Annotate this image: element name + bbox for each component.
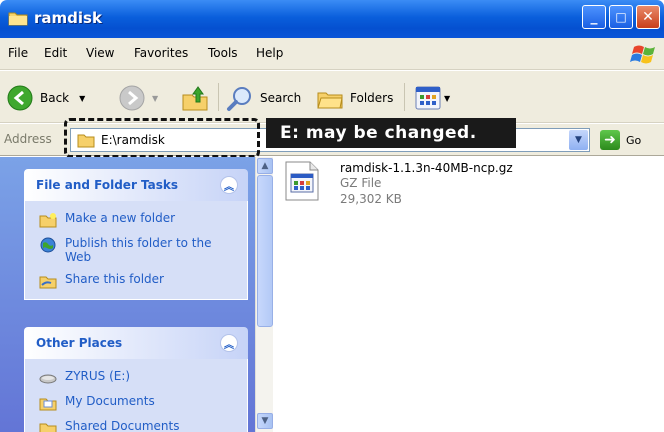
annotation-callout: E: may be changed.	[266, 118, 516, 148]
share-folder-icon	[39, 276, 57, 289]
minimize-button[interactable]: _	[582, 5, 606, 29]
place-drive-e[interactable]: ZYRUS (E:)	[25, 365, 247, 390]
shared-documents-icon	[39, 423, 57, 432]
search-label: Search	[260, 91, 302, 105]
menu-help[interactable]: Help	[256, 46, 283, 60]
chevron-up-icon: ▲	[261, 161, 269, 171]
task-label: Make a new folder	[65, 211, 176, 225]
panel-title: File and Folder Tasks	[36, 178, 179, 192]
file-type: GZ File	[340, 176, 382, 190]
chevron-down-icon: ▼	[575, 135, 582, 145]
panel-header[interactable]: File and Folder Tasks ︽	[24, 169, 248, 201]
collapse-button[interactable]: ︽	[220, 334, 238, 352]
file-folder-tasks-panel: File and Folder Tasks ︽ Make a new folde…	[24, 169, 248, 300]
search-button[interactable]: Search	[226, 83, 301, 113]
folders-label: Folders	[350, 91, 394, 105]
close-button[interactable]: ✕	[636, 5, 660, 29]
views-icon	[415, 86, 441, 110]
forward-dropdown-icon[interactable]: ▼	[152, 94, 158, 103]
folders-icon	[317, 92, 343, 109]
task-new-folder[interactable]: Make a new folder	[25, 207, 247, 232]
go-label: Go	[626, 133, 642, 147]
maximize-icon: □	[615, 10, 627, 24]
views-button[interactable]: ▼	[414, 83, 450, 113]
toolbar-separator	[218, 83, 219, 111]
task-label: Share this folder	[65, 272, 164, 286]
scroll-thumb[interactable]	[257, 175, 273, 327]
scroll-down-button[interactable]: ▼	[257, 413, 273, 429]
window-title: ramdisk	[34, 9, 102, 27]
minimize-icon: _	[590, 9, 598, 25]
address-dropdown-button[interactable]: ▼	[569, 130, 588, 150]
task-label: Publish this folder to the Web	[65, 236, 212, 264]
folder-icon	[8, 12, 28, 26]
file-item[interactable]: ramdisk-1.1.3n-40MB-ncp.gz GZ File 29,30…	[284, 161, 513, 207]
drive-icon	[39, 374, 57, 384]
title-bar[interactable]: ramdisk _ □ ✕	[0, 0, 664, 38]
toolbar-separator	[404, 83, 405, 111]
file-name: ramdisk-1.1.3n-40MB-ncp.gz	[340, 161, 513, 175]
panel-body: Make a new folder Publish this folder to…	[24, 201, 248, 300]
back-label: Back	[40, 91, 70, 105]
back-arrow-icon	[7, 85, 33, 111]
other-places-panel: Other Places ︽ ZYRUS (E:) My Documents S…	[24, 327, 248, 432]
views-dropdown-icon[interactable]: ▼	[444, 94, 450, 103]
task-publish-web[interactable]: Publish this folder to the Web	[25, 232, 247, 268]
maximize-button[interactable]: □	[609, 5, 633, 29]
chevron-up-icon: ︽	[224, 339, 234, 351]
task-pane: File and Folder Tasks ︽ Make a new folde…	[0, 157, 255, 432]
file-size: 29,302 KB	[340, 192, 402, 206]
menu-view[interactable]: View	[86, 46, 114, 60]
place-my-documents[interactable]: My Documents	[25, 390, 247, 415]
new-folder-icon	[39, 213, 57, 228]
chevron-down-icon: ▼	[261, 416, 269, 426]
scroll-up-button[interactable]: ▲	[257, 158, 273, 174]
windows-logo-icon	[630, 45, 655, 64]
go-button[interactable]: ➜ Go	[600, 130, 641, 150]
place-label: Shared Documents	[65, 419, 180, 432]
task-pane-scrollbar[interactable]: ▲ ▼	[255, 157, 273, 432]
gz-file-icon	[285, 161, 319, 201]
collapse-button[interactable]: ︽	[220, 176, 238, 194]
menu-tools[interactable]: Tools	[208, 46, 238, 60]
panel-header[interactable]: Other Places ︽	[24, 327, 248, 359]
go-arrow-icon: ➜	[600, 130, 620, 150]
menu-file[interactable]: File	[8, 46, 28, 60]
menu-edit[interactable]: Edit	[44, 46, 67, 60]
back-button[interactable]: Back ▼	[6, 83, 85, 113]
forward-button[interactable]: ▼	[118, 83, 158, 113]
toolbar: Back ▼ ▼ Search Folders ▼	[0, 71, 664, 123]
forward-arrow-icon	[119, 85, 145, 111]
folders-button[interactable]: Folders	[316, 83, 393, 113]
place-shared-documents[interactable]: Shared Documents	[25, 415, 247, 432]
menu-favorites[interactable]: Favorites	[134, 46, 188, 60]
my-documents-icon	[39, 398, 57, 411]
search-icon	[227, 87, 251, 111]
file-details: ramdisk-1.1.3n-40MB-ncp.gz GZ File 29,30…	[340, 161, 513, 207]
back-dropdown-icon[interactable]: ▼	[79, 94, 85, 103]
menu-bar: File Edit View Favorites Tools Help	[0, 38, 664, 70]
up-folder-icon	[182, 86, 208, 111]
place-label: My Documents	[65, 394, 155, 408]
chevron-up-icon: ︽	[224, 181, 234, 193]
address-label: Address	[4, 132, 52, 146]
place-label: ZYRUS (E:)	[65, 369, 131, 383]
task-share-folder[interactable]: Share this folder	[25, 268, 247, 293]
close-icon: ✕	[642, 9, 654, 25]
up-folder-button[interactable]	[180, 83, 210, 113]
globe-icon	[40, 237, 56, 253]
highlight-box	[64, 118, 260, 158]
panel-body: ZYRUS (E:) My Documents Shared Documents	[24, 359, 248, 432]
file-list-area: ramdisk-1.1.3n-40MB-ncp.gz GZ File 29,30…	[274, 157, 664, 432]
panel-title: Other Places	[36, 336, 123, 350]
